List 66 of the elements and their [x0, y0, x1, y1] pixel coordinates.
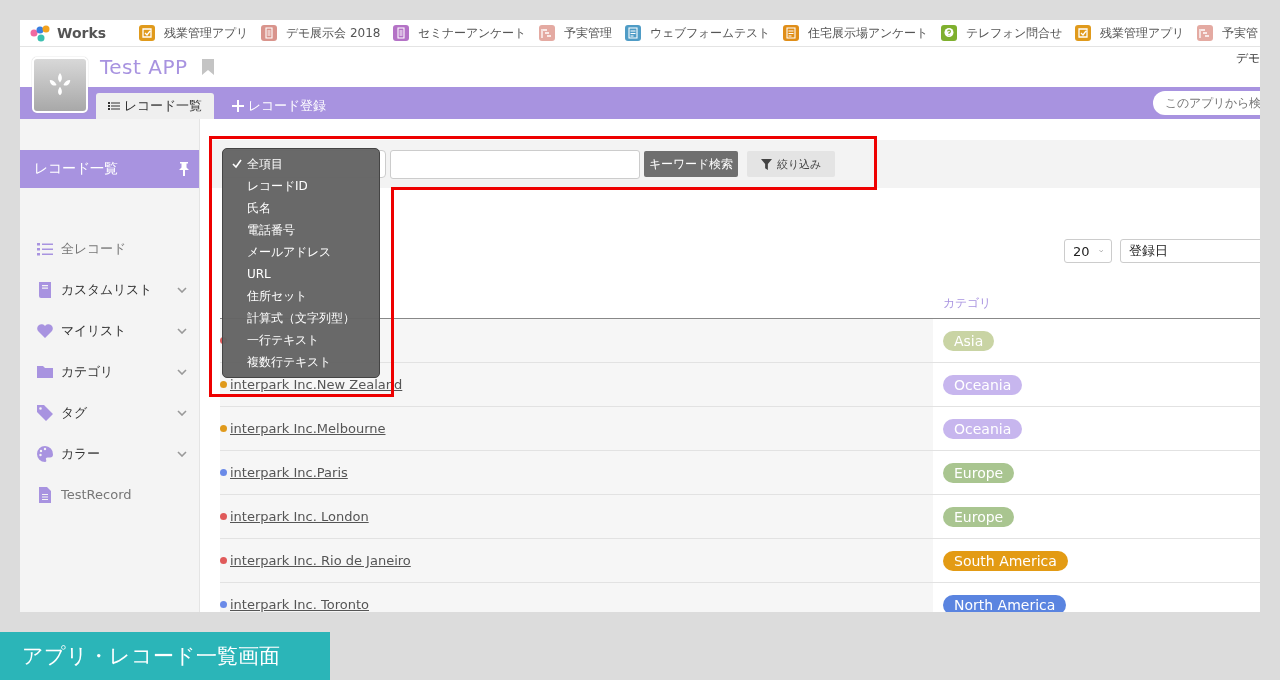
menu-item[interactable]: URL	[223, 263, 379, 285]
sidebar-item[interactable]: カラー	[20, 433, 199, 474]
app-shortcut[interactable]: 残業管理アプリ	[139, 24, 249, 42]
category-tag: Asia	[943, 330, 995, 351]
app-shortcut[interactable]: セミナーアンケート	[393, 24, 527, 42]
menu-item[interactable]: 住所セット	[223, 285, 379, 307]
menu-item[interactable]: 氏名	[223, 197, 379, 219]
app-shortcut[interactable]: テレフォン問合せ	[941, 24, 1063, 42]
chevron-icon[interactable]	[177, 286, 187, 293]
heart-icon	[36, 321, 54, 340]
sidebar-item[interactable]: タグ	[20, 392, 199, 433]
filter-icon	[761, 158, 772, 170]
pin-icon[interactable]	[178, 162, 190, 176]
logo-text[interactable]: Works	[57, 25, 107, 41]
category-tag: Oceania	[943, 374, 1023, 395]
user-name[interactable]: デモ	[1236, 50, 1260, 67]
category-tag: Europe	[943, 506, 1015, 527]
record-link[interactable]: interpark Inc. Rio de Janeiro	[230, 553, 411, 568]
sidebar-item[interactable]: カスタムリスト	[20, 269, 199, 310]
menu-item[interactable]: 電話番号	[223, 219, 379, 241]
menu-item[interactable]: 全項目	[223, 153, 379, 175]
category-tag: Oceania	[943, 418, 1023, 439]
sidebar-item[interactable]: 全レコード	[20, 228, 199, 269]
category-tag: Europe	[943, 462, 1015, 483]
sidebar-item[interactable]: マイリスト	[20, 310, 199, 351]
app-title: Test APP	[100, 55, 188, 79]
chevron-icon	[1098, 248, 1103, 254]
category-tag: North America	[943, 594, 1067, 612]
menu-item[interactable]: 複数行テキスト	[223, 351, 379, 373]
filter-button[interactable]: 絞り込み	[747, 151, 835, 177]
chevron-icon[interactable]	[177, 450, 187, 457]
app-shortcut[interactable]: 予実管理	[539, 24, 613, 42]
chevron-icon[interactable]	[177, 368, 187, 375]
menu-item[interactable]: レコードID	[223, 175, 379, 197]
sidebar-item[interactable]: カテゴリ	[20, 351, 199, 392]
record-link[interactable]: interpark Inc.Melbourne	[230, 421, 386, 436]
record-link[interactable]: interpark Inc. Toronto	[230, 597, 369, 612]
palette-icon	[36, 444, 54, 463]
tab[interactable]: レコード一覧	[96, 93, 214, 119]
keyword-search-button[interactable]: キーワード検索	[644, 151, 738, 177]
document-icon	[36, 485, 54, 504]
tag-icon	[36, 403, 54, 422]
menu-item[interactable]: 計算式（文字列型）	[223, 307, 379, 329]
menu-item[interactable]: メールアドレス	[223, 241, 379, 263]
app-shortcut[interactable]: ウェブフォームテスト	[625, 24, 771, 42]
app-logo	[32, 57, 88, 113]
app-shortcut[interactable]: 予実管	[1197, 24, 1259, 42]
sort-select[interactable]: 登録日	[1120, 239, 1260, 263]
sidebar-item[interactable]: TestRecord	[20, 474, 199, 515]
record-link[interactable]: interpark Inc. London	[230, 509, 369, 524]
app-shortcut[interactable]: 住宅展示場アンケート	[783, 24, 929, 42]
category-tag: South America	[943, 550, 1068, 571]
app-search-field[interactable]: このアプリから検	[1153, 91, 1260, 115]
chevron-icon[interactable]	[177, 327, 187, 334]
bookmark-icon[interactable]	[201, 59, 214, 75]
keyword-field[interactable]	[390, 149, 640, 179]
per-page-select[interactable]: 20	[1064, 239, 1112, 263]
menu-item[interactable]: 一行テキスト	[223, 329, 379, 351]
list-icon	[108, 100, 120, 112]
plus-icon	[232, 100, 244, 112]
book-icon	[36, 280, 54, 299]
app-shortcut[interactable]: デモ展示会 2018	[261, 24, 381, 42]
record-link[interactable]: interpark Inc.Paris	[230, 465, 348, 480]
caption-label: アプリ・レコード一覧画面	[0, 632, 330, 680]
app-shortcut[interactable]: 残業管理アプリ	[1075, 24, 1185, 42]
chevron-icon[interactable]	[177, 409, 187, 416]
